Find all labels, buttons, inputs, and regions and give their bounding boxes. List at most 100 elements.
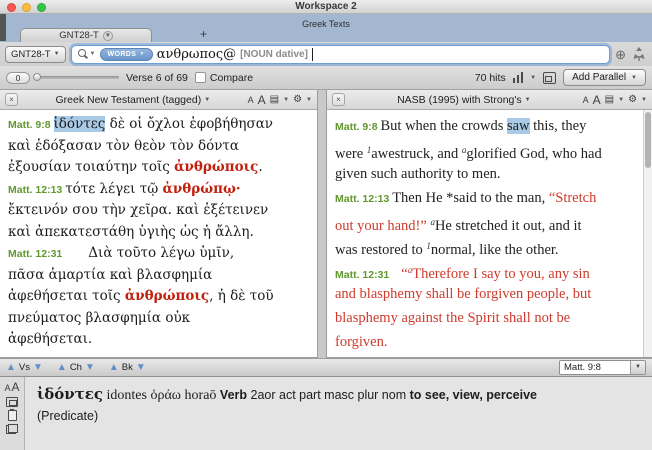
- zoom-window-button[interactable]: [37, 3, 46, 12]
- nasb-pane-title[interactable]: NASB (1995) with Strong's: [397, 94, 522, 106]
- nav-group-verse: ▲ Vs ▼: [6, 362, 43, 374]
- reference-dropdown-button[interactable]: ▼: [630, 361, 645, 374]
- nasb-text-pane: × NASB (1995) with Strong's ▼ A A ▤▼ ⚙▼ …: [326, 90, 652, 358]
- display-settings-icon[interactable]: ▤: [605, 94, 614, 105]
- close-pane-icon[interactable]: ×: [332, 93, 345, 106]
- verse-reference: Matt. 12:31: [8, 248, 62, 260]
- text-segment: He stretched it out, and it: [435, 218, 582, 234]
- text-segment: But when the crowds: [381, 118, 507, 134]
- gear-icon[interactable]: ⚙: [628, 94, 637, 105]
- text-segment: were: [335, 146, 367, 162]
- add-parallel-label: Add Parallel: [572, 72, 626, 83]
- text-segment: ἀφεθήσεται.: [8, 331, 92, 347]
- next-book-button[interactable]: ▼: [136, 362, 146, 374]
- close-window-button[interactable]: [7, 3, 16, 12]
- chevron-down-icon: ▼: [204, 97, 210, 103]
- text-segment: τότε λέγει τῷ: [65, 181, 162, 197]
- text-browser-icon[interactable]: [543, 72, 556, 84]
- tab-gnt28t[interactable]: GNT28-T ▼: [20, 28, 152, 42]
- text-segment: and blasphemy shall be forgiven people, …: [335, 286, 591, 302]
- text-cursor: [312, 48, 313, 61]
- search-tag-hint: [NOUN dative]: [240, 49, 308, 60]
- next-chapter-button[interactable]: ▼: [85, 362, 95, 374]
- chevron-down-icon: ▼: [618, 97, 624, 103]
- verse-reference: Matt. 9:8: [335, 121, 381, 133]
- search-toolbar: GNT28-T ▼ ▼ WORDS ▼ ανθρωπος@ [NOUN dati…: [0, 42, 652, 66]
- text-segment: ὁράω: [150, 388, 184, 403]
- text-segment: .: [258, 159, 262, 175]
- context-slider[interactable]: [33, 76, 119, 79]
- verse-reference: Matt. 9:8: [8, 119, 54, 131]
- close-pane-icon[interactable]: ×: [5, 93, 18, 106]
- text-line: πᾶσα ἁμαρτία καὶ βλασφημία: [8, 265, 309, 287]
- text-segment: forgiven.: [335, 334, 388, 350]
- chevron-down-icon: ▼: [54, 51, 60, 57]
- text-segment: ἐξουσίαν τοιαύτην τοῖς: [8, 159, 174, 175]
- text-line: ἔκτεινόν σου τὴν χεῖρα. καὶ ἐξέτεινεν: [8, 200, 309, 222]
- text-segment: awestruck, and: [371, 146, 462, 162]
- increase-font-button[interactable]: A: [593, 93, 601, 107]
- text-segment: καὶ ἀπεκατεστάθη ὑγιὴς ὡς ἡ ἄλλη.: [8, 224, 254, 240]
- reference-field[interactable]: Matt. 9:8: [560, 361, 630, 374]
- decrease-font-button[interactable]: A: [248, 95, 254, 105]
- vertical-scrollbar[interactable]: [643, 110, 652, 357]
- display-settings-icon[interactable]: ▤: [270, 94, 279, 105]
- text-segment: glorified God, who had: [466, 146, 601, 162]
- context-slider-thumb[interactable]: [33, 73, 41, 81]
- text-segment: to see, view, perceive: [410, 388, 537, 402]
- tab-menu-icon[interactable]: ▼: [103, 31, 113, 41]
- text-line: Matt. 12:31“aTherefore I say to you, any…: [335, 258, 644, 282]
- gear-icon[interactable]: ⚙: [293, 94, 302, 105]
- add-search-term-button[interactable]: ⊕: [615, 48, 626, 61]
- greek-pane-title[interactable]: Greek New Testament (tagged): [55, 94, 201, 106]
- details-tool-strip: A A: [0, 377, 25, 450]
- add-tab-button[interactable]: +: [200, 27, 207, 42]
- text-line: καὶ ἐδόξασαν τὸν θεὸν τὸν δόντα: [8, 136, 309, 158]
- text-line: ἐξουσίαν τοιαύτην τοῖς ἀνθρώποις.: [8, 157, 309, 179]
- minimize-window-button[interactable]: [22, 3, 31, 12]
- previous-chapter-button[interactable]: ▲: [57, 362, 67, 374]
- hit-word: ἀνθρώπῳ·: [163, 181, 241, 197]
- clipboard-icon[interactable]: [8, 410, 17, 421]
- text-line: forgiven.: [335, 330, 644, 354]
- search-options-chevron-icon[interactable]: ▼: [90, 51, 96, 57]
- verse-reference: Matt. 12:13: [8, 184, 65, 196]
- open-in-window-icon[interactable]: [6, 397, 18, 407]
- text-line: were 1awestruck, and aglorified God, who…: [335, 138, 644, 162]
- chevron-down-icon: ▼: [631, 75, 637, 81]
- stack-windows-icon[interactable]: [6, 424, 18, 434]
- previous-book-button[interactable]: ▲: [109, 362, 119, 374]
- hits-count-label: 70 hits: [475, 72, 506, 84]
- search-input[interactable]: ▼ WORDS ▼ ανθρωπος@ [NOUN dative]: [71, 45, 611, 64]
- text-line: Matt. 12:13 Then He *said to the man, “S…: [335, 186, 644, 210]
- text-segment: ἀφεθήσεται τοῖς: [8, 288, 125, 304]
- scope-pill-words[interactable]: WORDS ▼: [100, 48, 153, 61]
- increase-font-button[interactable]: A: [258, 93, 266, 107]
- nasb-pane-header: × NASB (1995) with Strong's ▼ A A ▤▼ ⚙▼: [327, 90, 652, 110]
- text-selector-button[interactable]: GNT28-T ▼: [5, 46, 66, 63]
- window-title: Workspace 2: [0, 0, 652, 13]
- nav-label-vs: Vs: [19, 362, 30, 373]
- compare-checkbox[interactable]: [195, 72, 206, 83]
- details-chart-icon[interactable]: [513, 72, 524, 83]
- text-segment: Verb: [220, 388, 247, 402]
- go-to-reference-combo[interactable]: Matt. 9:8 ▼: [559, 360, 646, 375]
- search-icon[interactable]: [77, 49, 88, 60]
- decrease-font-button[interactable]: A: [4, 383, 10, 393]
- previous-verse-button[interactable]: ▲: [6, 362, 16, 374]
- research-icon[interactable]: [631, 46, 647, 62]
- workspace-subtitle-bar: Greek Texts: [0, 14, 652, 27]
- text-line: given such authority to men.: [335, 162, 644, 186]
- scrollbar-thumb[interactable]: [645, 112, 651, 168]
- next-verse-button[interactable]: ▼: [33, 362, 43, 374]
- verse-nav-bar: ▲ Vs ▼ ▲ Ch ▼ ▲ Bk ▼ Matt. 9:8 ▼: [0, 358, 652, 376]
- greek-text-content[interactable]: Matt. 9:8 ἰδόντες δὲ οἱ ὄχλοι ἐφοβήθησαν…: [0, 110, 317, 357]
- text-line: blasphemy against the Spirit shall not b…: [335, 306, 644, 330]
- decrease-font-button[interactable]: A: [583, 95, 589, 105]
- increase-font-button[interactable]: A: [12, 380, 20, 394]
- hit-word: ἀνθρώποις: [125, 288, 209, 304]
- chevron-down-icon[interactable]: ▼: [530, 75, 536, 81]
- text-segment: blasphemy against the Spirit shall not b…: [335, 310, 570, 326]
- add-parallel-button[interactable]: Add Parallel ▼: [563, 69, 646, 86]
- nasb-text-content[interactable]: Matt. 9:8 But when the crowds saw this, …: [327, 110, 652, 357]
